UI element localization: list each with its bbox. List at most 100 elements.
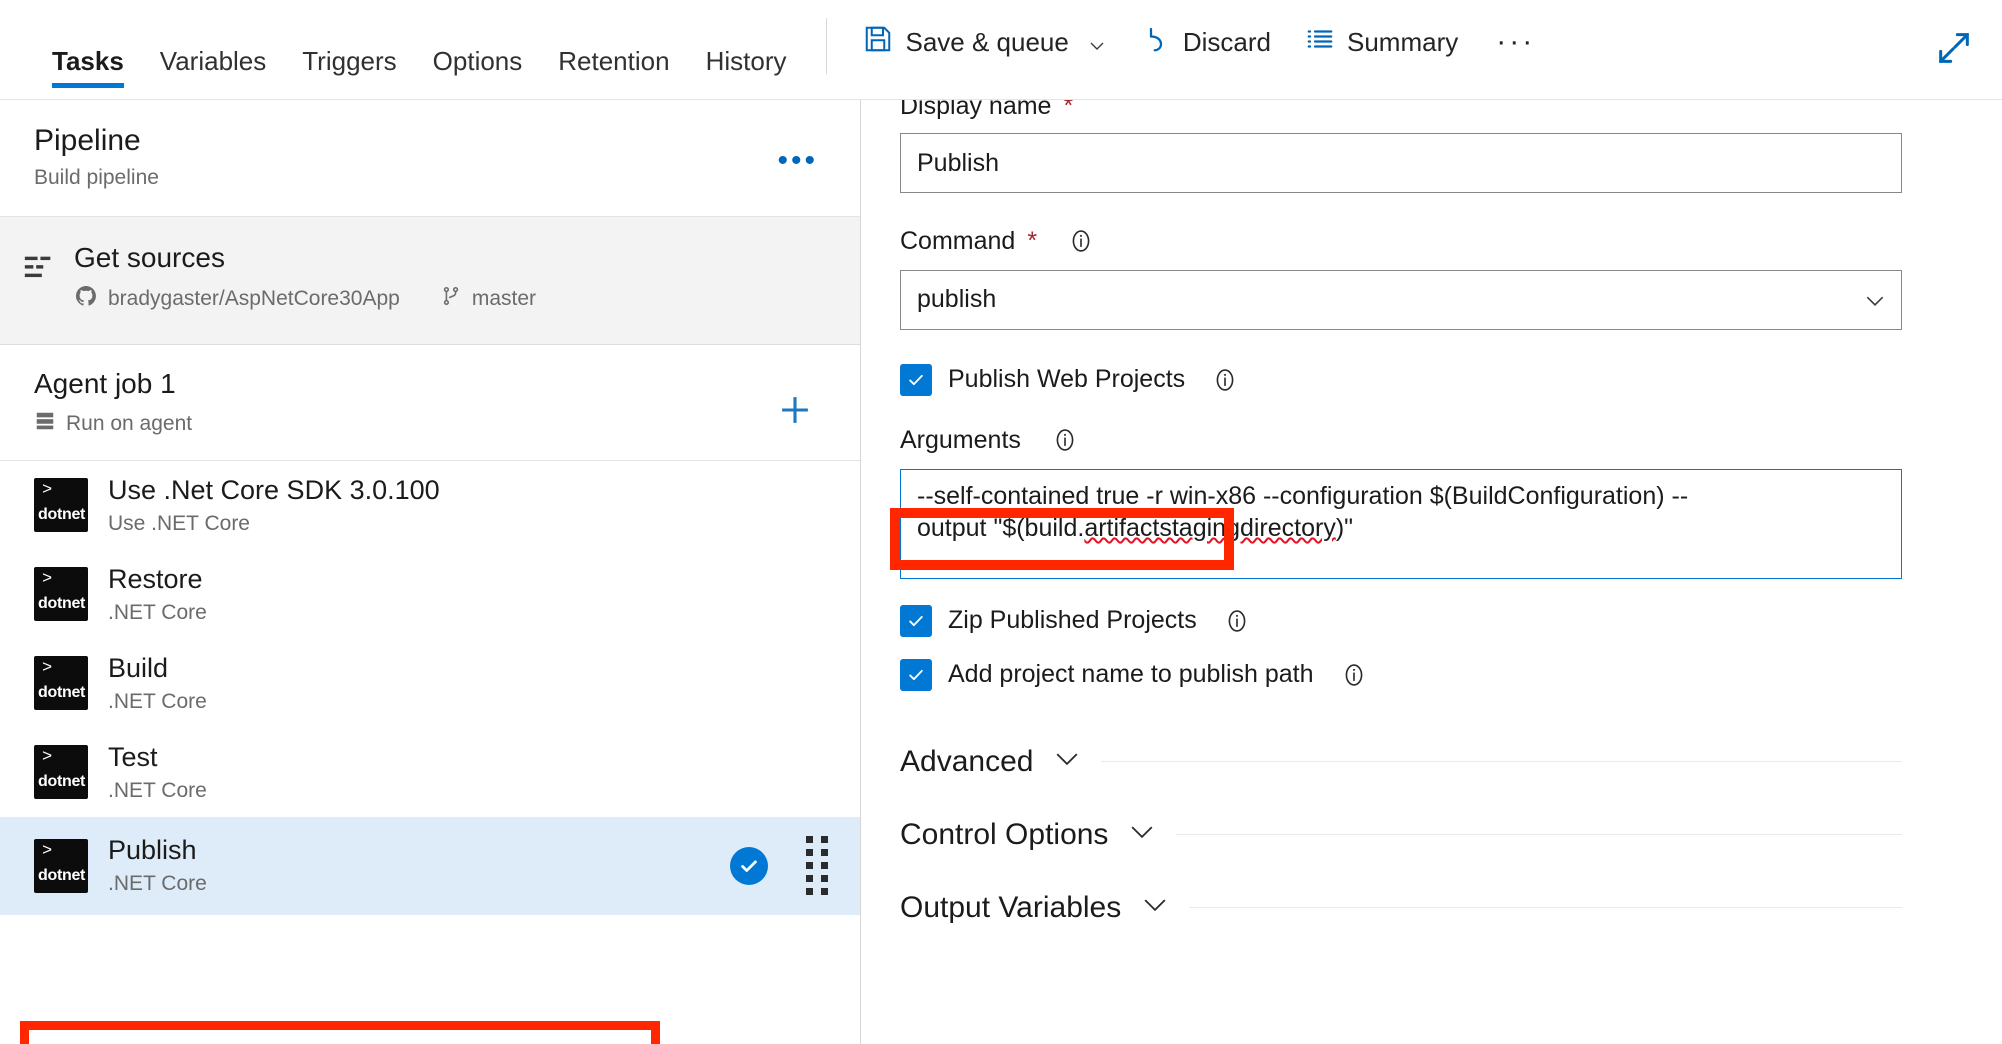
header-toolbar: Save & queue Discard Summary bbox=[849, 0, 1553, 84]
task-list: > dotnet Use .Net Core SDK 3.0.100 Use .… bbox=[0, 461, 860, 915]
add-project-name-checkbox-row[interactable]: Add project name to publish path bbox=[900, 659, 1902, 691]
command-selected-value: publish bbox=[917, 285, 996, 314]
dotnet-icon: > dotnet bbox=[34, 567, 88, 621]
control-options-section-title: Control Options bbox=[900, 818, 1108, 851]
info-icon[interactable] bbox=[1067, 227, 1095, 255]
branch-icon bbox=[440, 284, 462, 314]
repository-info: bradygaster/AspNetCore30App bbox=[74, 284, 400, 314]
dotnet-wordmark: dotnet bbox=[38, 596, 85, 612]
display-name-label: Display name bbox=[900, 100, 1051, 120]
output-variables-section-title: Output Variables bbox=[900, 891, 1121, 924]
publish-web-projects-checkbox[interactable] bbox=[900, 364, 932, 396]
pipeline-subtitle: Build pipeline bbox=[34, 166, 830, 190]
add-project-name-checkbox[interactable] bbox=[900, 659, 932, 691]
dotnet-icon: > dotnet bbox=[34, 478, 88, 532]
display-name-label-row: Display name * bbox=[900, 100, 1902, 121]
task-enabled-check-icon[interactable] bbox=[730, 847, 768, 885]
task-row[interactable]: > dotnet Restore .NET Core bbox=[0, 550, 860, 639]
publish-web-projects-checkbox-row[interactable]: Publish Web Projects bbox=[900, 364, 1902, 396]
task-name: Restore bbox=[108, 564, 838, 595]
repository-name: bradygaster/AspNetCore30App bbox=[108, 287, 400, 311]
tab-label: Options bbox=[433, 46, 523, 76]
undo-icon bbox=[1141, 24, 1171, 61]
save-icon bbox=[863, 24, 893, 61]
info-icon[interactable] bbox=[1211, 366, 1239, 394]
agent-job-subtitle: Run on agent bbox=[66, 412, 192, 436]
task-subtitle: .NET Core bbox=[108, 779, 838, 803]
dotnet-wordmark: dotnet bbox=[38, 507, 85, 523]
publish-web-projects-label: Publish Web Projects bbox=[948, 365, 1185, 394]
tab-history[interactable]: History bbox=[688, 48, 805, 100]
header-divider bbox=[826, 18, 827, 74]
control-options-section-header[interactable]: Control Options bbox=[900, 818, 1902, 851]
task-name: Use .Net Core SDK 3.0.100 bbox=[108, 475, 838, 506]
dotnet-prompt-glyph: > bbox=[42, 749, 52, 766]
dotnet-wordmark: dotnet bbox=[38, 774, 85, 790]
arguments-textarea[interactable]: --self-contained true -r win-x86 --confi… bbox=[900, 469, 1902, 579]
tab-label: Triggers bbox=[302, 46, 396, 76]
task-name: Publish bbox=[108, 835, 710, 866]
tab-retention[interactable]: Retention bbox=[540, 48, 687, 100]
tab-variables[interactable]: Variables bbox=[142, 48, 284, 100]
output-variables-section-header[interactable]: Output Variables bbox=[900, 891, 1902, 924]
display-name-input[interactable] bbox=[900, 133, 1902, 193]
zip-published-projects-label: Zip Published Projects bbox=[948, 606, 1197, 635]
task-row-publish-selected[interactable]: > dotnet Publish .NET Core bbox=[0, 817, 860, 915]
info-icon[interactable] bbox=[1340, 661, 1368, 689]
advanced-section-title: Advanced bbox=[900, 745, 1033, 778]
task-settings-panel: Display name * Command * publish Publish… bbox=[862, 100, 2002, 1044]
advanced-section-header[interactable]: Advanced bbox=[900, 745, 1902, 778]
branch-name: master bbox=[472, 287, 536, 311]
section-divider bbox=[1176, 834, 1902, 835]
discard-button[interactable]: Discard bbox=[1127, 14, 1285, 71]
chevron-down-icon[interactable] bbox=[1128, 818, 1156, 851]
summary-button[interactable]: Summary bbox=[1291, 14, 1472, 71]
dotnet-wordmark: dotnet bbox=[38, 685, 85, 701]
main-tabs: Tasks Variables Triggers Options Retenti… bbox=[0, 0, 804, 100]
pipeline-more-button[interactable]: ••• bbox=[777, 146, 818, 176]
command-label: Command bbox=[900, 227, 1015, 256]
task-row[interactable]: > dotnet Use .Net Core SDK 3.0.100 Use .… bbox=[0, 461, 860, 550]
get-sources-icon bbox=[22, 251, 56, 290]
save-and-queue-button[interactable]: Save & queue bbox=[849, 14, 1120, 71]
arguments-line2-prefix: output "$(build. bbox=[917, 514, 1084, 542]
arguments-line2-suffix: )" bbox=[1336, 514, 1353, 542]
tab-tasks[interactable]: Tasks bbox=[34, 48, 142, 100]
dotnet-prompt-glyph: > bbox=[42, 843, 52, 860]
dotnet-icon: > dotnet bbox=[34, 656, 88, 710]
tab-triggers[interactable]: Triggers bbox=[284, 48, 414, 100]
command-select[interactable]: publish bbox=[900, 270, 1902, 330]
task-drag-handle[interactable] bbox=[806, 836, 828, 895]
dotnet-prompt-glyph: > bbox=[42, 660, 52, 677]
arguments-label-row: Arguments bbox=[900, 426, 1902, 455]
discard-label: Discard bbox=[1183, 29, 1271, 55]
summary-label: Summary bbox=[1347, 29, 1458, 55]
task-row[interactable]: > dotnet Build .NET Core bbox=[0, 639, 860, 728]
task-row[interactable]: > dotnet Test .NET Core bbox=[0, 728, 860, 817]
task-subtitle: .NET Core bbox=[108, 872, 710, 896]
agent-job-subtitle-row: Run on agent bbox=[34, 410, 830, 438]
pipeline-header[interactable]: Pipeline Build pipeline ••• bbox=[0, 100, 860, 217]
info-icon[interactable] bbox=[1051, 426, 1079, 454]
agent-job-row[interactable]: Agent job 1 Run on agent bbox=[0, 345, 860, 461]
expand-icon[interactable] bbox=[1934, 28, 1974, 68]
task-subtitle: Use .NET Core bbox=[108, 512, 838, 536]
pipeline-title: Pipeline bbox=[34, 122, 830, 160]
summary-list-icon bbox=[1305, 24, 1335, 61]
chevron-down-icon[interactable] bbox=[1141, 891, 1169, 924]
info-icon[interactable] bbox=[1223, 607, 1251, 635]
zip-published-projects-checkbox[interactable] bbox=[900, 605, 932, 637]
zip-published-projects-checkbox-row[interactable]: Zip Published Projects bbox=[900, 605, 1902, 637]
chevron-down-icon[interactable] bbox=[1053, 745, 1081, 778]
header-more-button[interactable]: ··· bbox=[1478, 21, 1553, 63]
dotnet-icon: > dotnet bbox=[34, 745, 88, 799]
required-marker: * bbox=[1027, 227, 1037, 256]
get-sources-row[interactable]: Get sources bradygaster/AspNetCore30App bbox=[0, 217, 860, 346]
tab-options[interactable]: Options bbox=[415, 48, 541, 100]
tab-label: Retention bbox=[558, 46, 669, 76]
chevron-down-icon[interactable] bbox=[1087, 32, 1107, 52]
add-task-button[interactable] bbox=[778, 393, 812, 427]
github-icon bbox=[74, 284, 98, 314]
section-divider bbox=[1101, 761, 1902, 762]
command-label-row: Command * bbox=[900, 227, 1902, 256]
